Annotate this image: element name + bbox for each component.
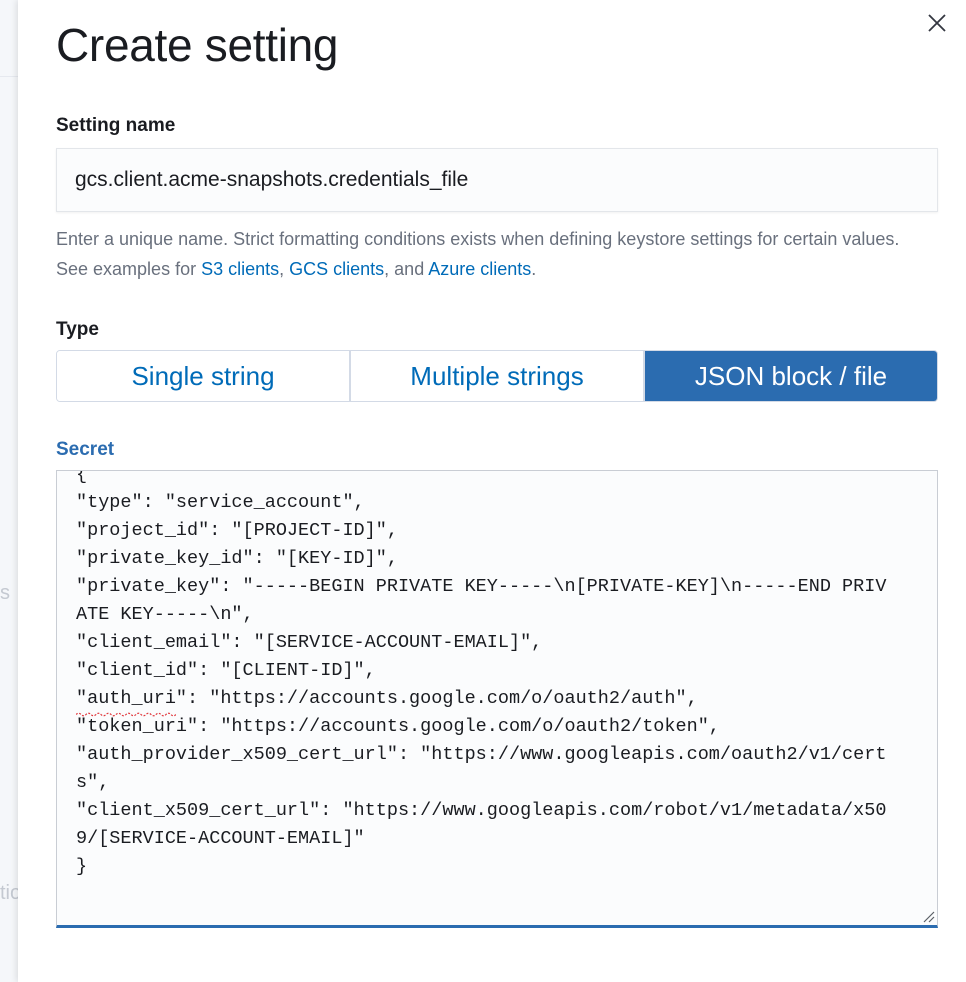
create-setting-flyout: Create setting Setting name Enter a uniq… (18, 0, 966, 982)
help-separator: , (279, 259, 290, 279)
secret-label: Secret (56, 439, 115, 460)
setting-name-help-text: Enter a unique name. Strict formatting c… (56, 224, 916, 284)
type-label: Type (56, 319, 99, 340)
secret-textarea[interactable]: { "type": "service_account", "project_id… (56, 470, 938, 928)
close-icon (928, 14, 946, 32)
background-divider (0, 76, 18, 77)
type-button-group: Single string Multiple strings JSON bloc… (56, 350, 938, 402)
resize-handle-icon[interactable] (921, 909, 935, 923)
help-end: . (531, 259, 537, 279)
type-json-block-button[interactable]: JSON block / file (645, 351, 937, 401)
help-separator: , and (384, 259, 429, 279)
s3-clients-link[interactable]: S3 clients (201, 259, 279, 279)
setting-name-label: Setting name (56, 115, 176, 136)
background-text-fragment: tio (0, 882, 18, 904)
type-single-string-button[interactable]: Single string (57, 351, 351, 401)
flyout-title: Create setting (56, 19, 339, 71)
spellcheck-underline (76, 712, 176, 717)
background-page: s tio (0, 0, 18, 982)
setting-name-input[interactable] (56, 148, 938, 212)
background-text-fragment: s (0, 582, 10, 604)
azure-clients-link[interactable]: Azure clients (428, 259, 531, 279)
type-multiple-strings-button[interactable]: Multiple strings (351, 351, 645, 401)
secret-value[interactable]: { "type": "service_account", "project_id… (76, 471, 896, 881)
gcs-clients-link[interactable]: GCS clients (289, 259, 384, 279)
close-button[interactable] (922, 8, 952, 38)
